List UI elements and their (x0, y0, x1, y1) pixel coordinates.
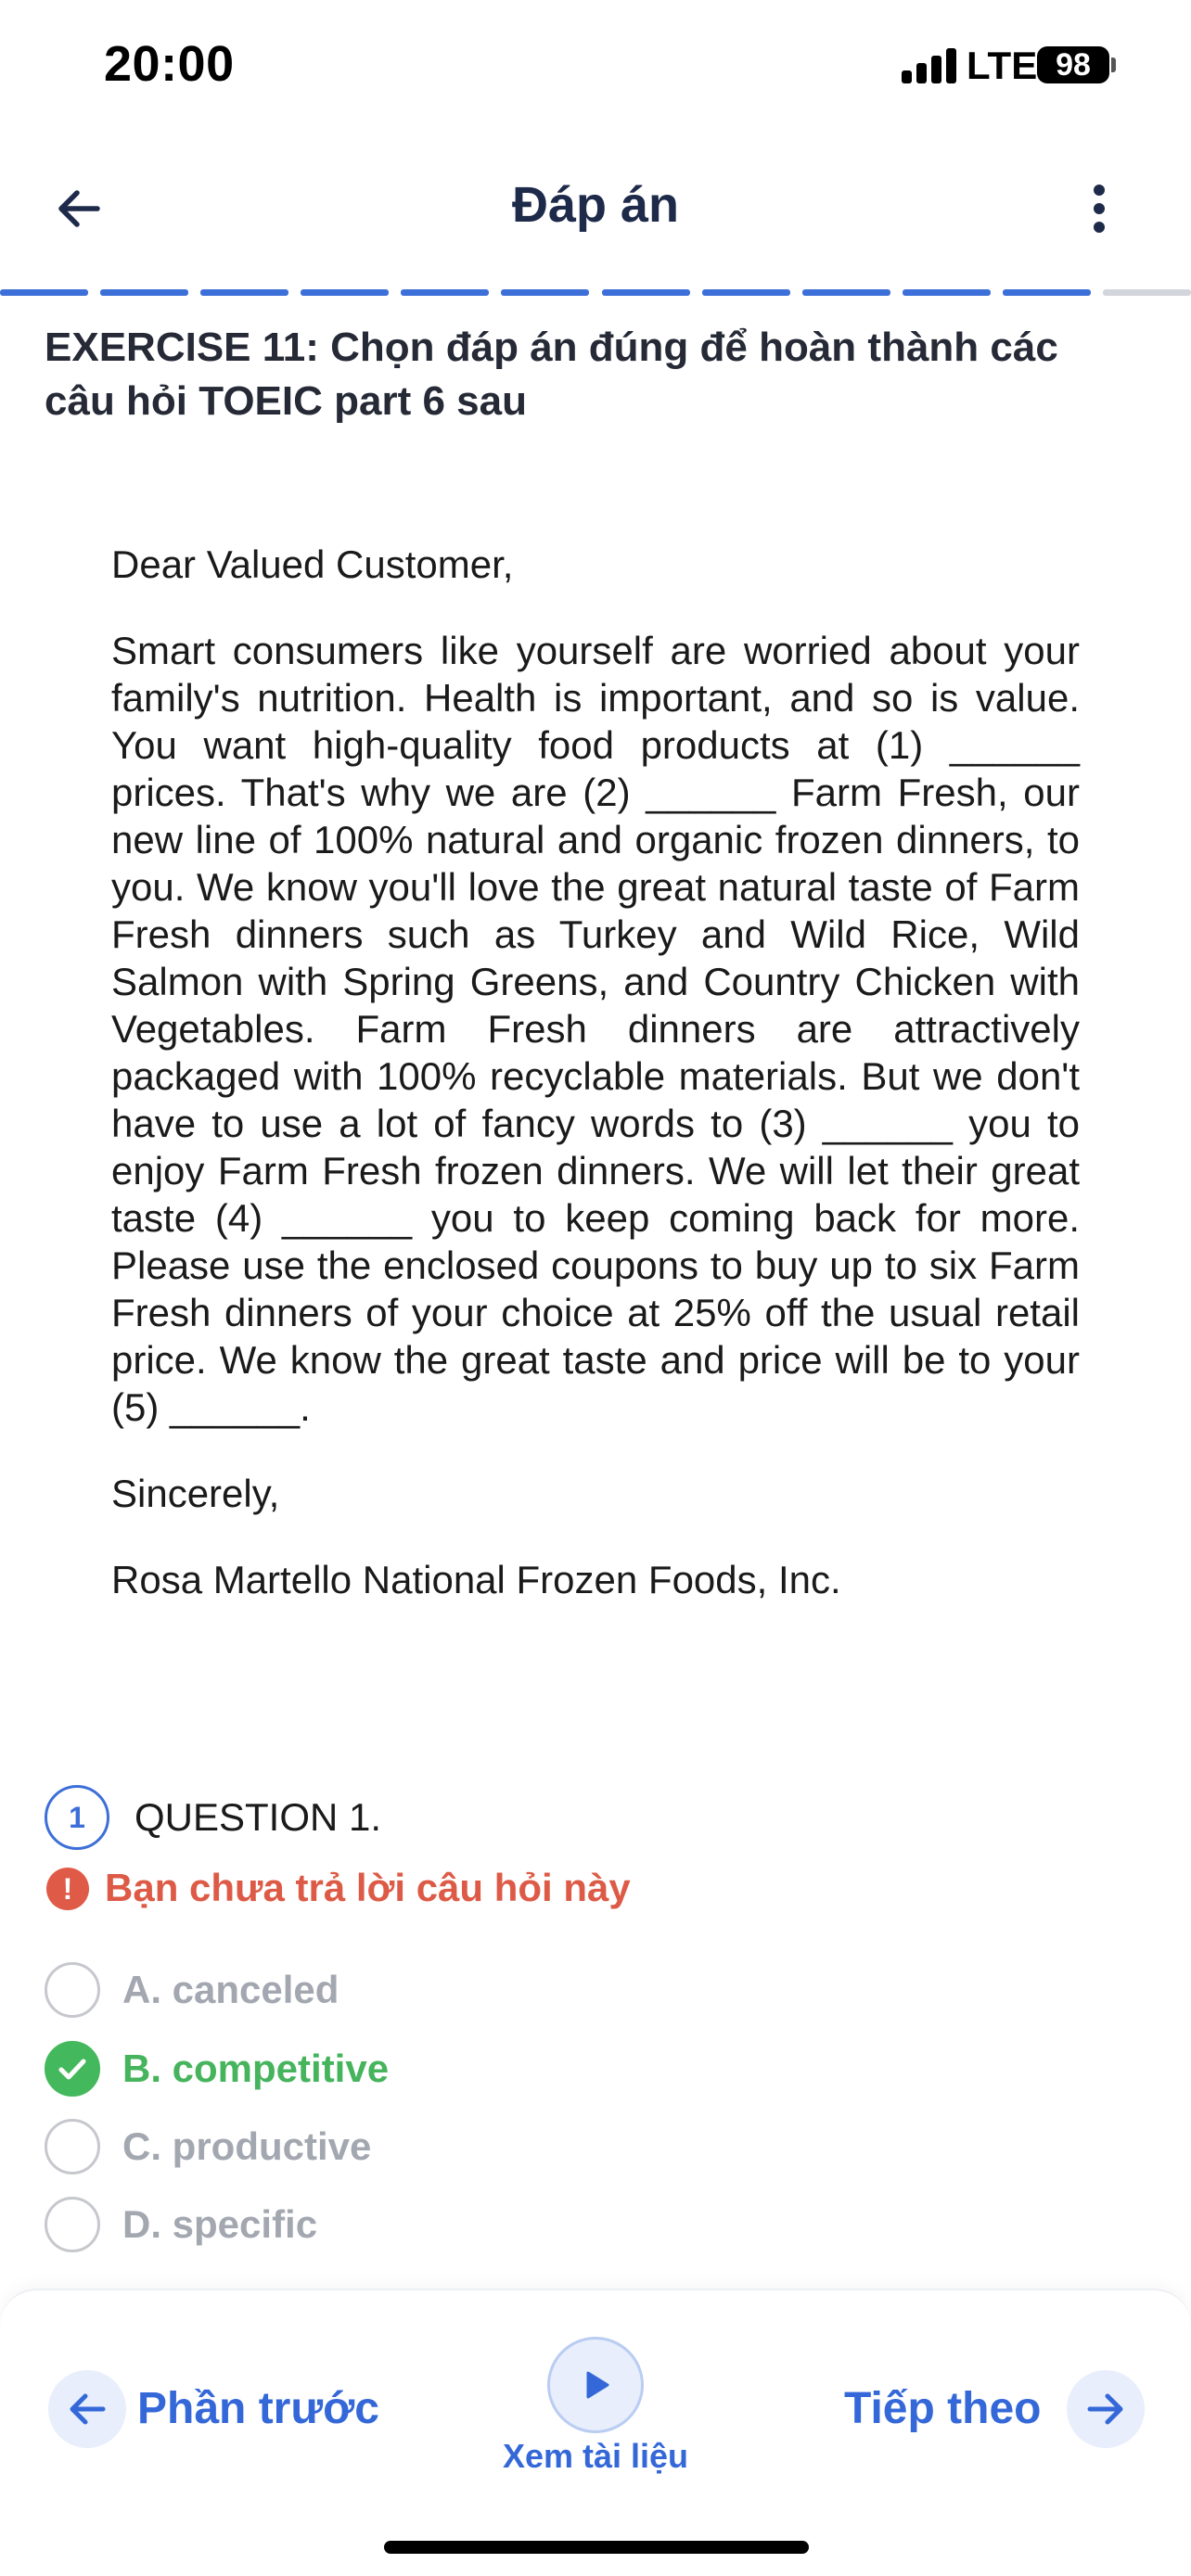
option-label: C. productive (122, 2124, 372, 2168)
progress-segment (501, 289, 590, 296)
more-options-button[interactable] (1067, 176, 1132, 241)
reading-passage: Dear Valued Customer, Smart consumers li… (111, 541, 1080, 1642)
page-title: Đáp án (511, 177, 680, 233)
option-label: D. specific (122, 2202, 318, 2246)
progress-segment (1002, 289, 1091, 296)
progress-segment (902, 289, 991, 296)
check-circle-icon (45, 2041, 100, 2097)
progress-segment (301, 289, 390, 296)
vertical-dots-icon (1094, 185, 1105, 233)
radio-icon (45, 2197, 100, 2252)
passage-closing: Sincerely, (111, 1472, 280, 1515)
battery-tip (1111, 57, 1116, 72)
option-label: B. competitive (122, 2047, 390, 2090)
passage-signature: Rosa Martello National Frozen Foods, Inc… (111, 1558, 841, 1601)
progress-segment (1102, 289, 1191, 296)
answer-screen: 20:00 LTE 98 Đáp án EXERCISE 11: Chọn đá… (0, 0, 1191, 2576)
answer-option-a[interactable]: A. canceled (45, 1962, 787, 2020)
app-header: Đáp án (0, 148, 1191, 269)
answer-option-b[interactable]: B. competitive (45, 2041, 787, 2098)
progress-segment (401, 289, 490, 296)
exercise-title: EXERCISE 11: Chọn đáp án đúng để hoàn th… (45, 325, 1058, 424)
home-indicator (384, 2541, 809, 2554)
arrow-left-icon (48, 2370, 126, 2448)
previous-section-button[interactable]: Phần trước (48, 2370, 419, 2448)
progress-segment (100, 289, 189, 296)
unanswered-warning: Bạn chưa trả lời câu hỏi này (105, 1866, 631, 1909)
progress-segment (0, 289, 89, 296)
status-time: 20:00 (104, 36, 235, 92)
view-materials-button[interactable] (547, 2337, 644, 2433)
exercise-progress (0, 289, 1191, 296)
next-button[interactable]: Tiếp theo (835, 2370, 1145, 2448)
passage-greeting: Dear Valued Customer, (111, 542, 514, 586)
exclamation-icon: ! (46, 1868, 89, 1910)
question-title: QUESTION 1. (134, 1795, 382, 1839)
passage-body: Smart consumers like yourself are worrie… (111, 629, 1080, 1429)
previous-label: Phần trước (137, 2384, 379, 2433)
next-label: Tiếp theo (844, 2384, 1042, 2433)
radio-icon (45, 2119, 100, 2174)
play-icon (586, 2371, 609, 2399)
question-number-badge: 1 (45, 1785, 109, 1850)
answer-option-d[interactable]: D. specific (45, 2197, 787, 2254)
progress-segment (200, 289, 289, 296)
progress-segment (601, 289, 690, 296)
answer-option-c[interactable]: C. productive (45, 2119, 787, 2176)
status-bar: 20:00 LTE 98 (0, 0, 1191, 134)
view-materials-label[interactable]: Xem tài liệu (410, 2437, 781, 2476)
radio-icon (45, 1962, 100, 2018)
signal-strength-icon (902, 48, 959, 83)
progress-segment (801, 289, 890, 296)
battery-icon: 98 (1037, 46, 1109, 83)
option-label: A. canceled (122, 1968, 339, 2011)
network-type: LTE (967, 44, 1038, 87)
progress-segment (701, 289, 790, 296)
arrow-right-icon (1067, 2370, 1145, 2448)
